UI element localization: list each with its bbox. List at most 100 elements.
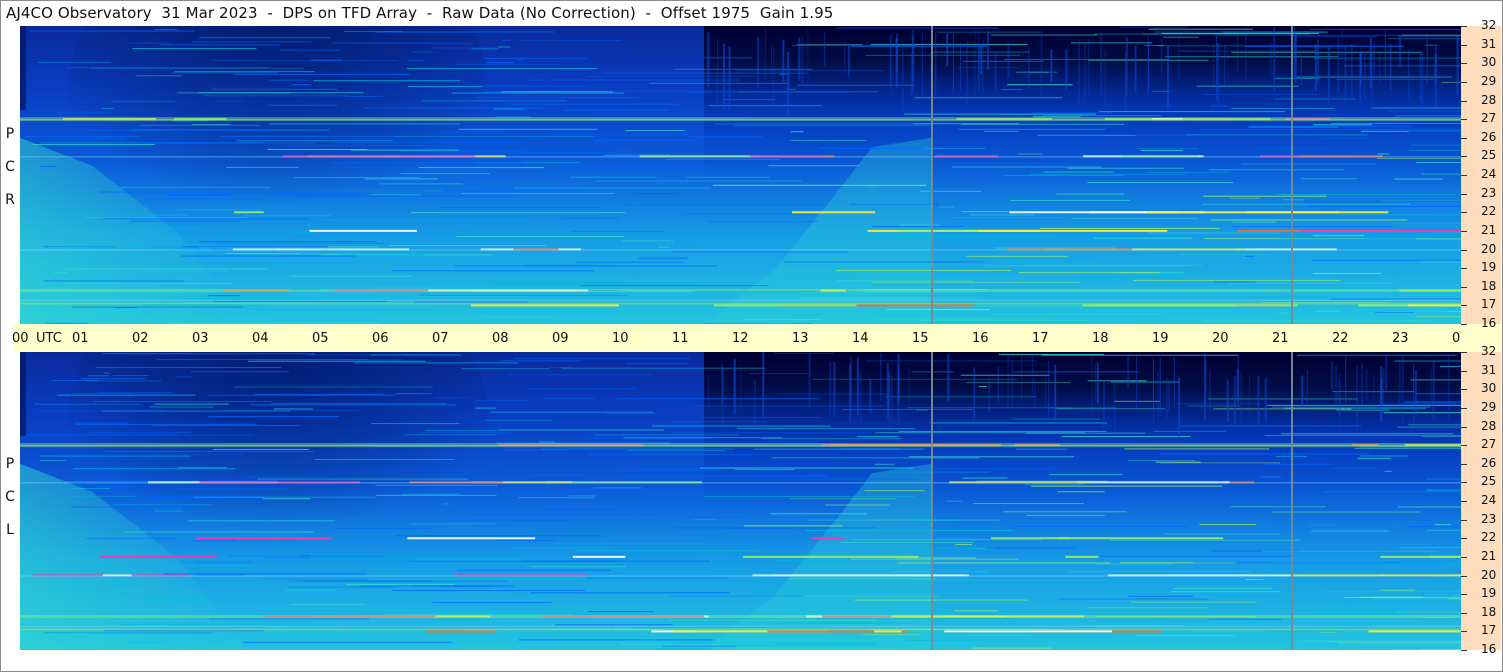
panel-letter: C: [5, 159, 15, 175]
emission-band: [1407, 304, 1461, 307]
noise-streak: [1007, 84, 1073, 86]
noise-streak: [1326, 640, 1461, 642]
freq-tick: [1461, 231, 1467, 232]
noise-streak: [1030, 485, 1223, 487]
vertical-streak: [1245, 27, 1247, 83]
noise-streak: [1087, 380, 1147, 382]
noise-streak: [551, 263, 731, 265]
noise-streak: [970, 214, 1035, 216]
noise-streak: [504, 449, 566, 451]
freq-tick: [1461, 352, 1467, 353]
noise-streak: [1324, 137, 1370, 139]
vertical-streak: [1178, 32, 1180, 84]
emission-band: [1057, 537, 1224, 540]
freq-tick: [1461, 613, 1467, 614]
noise-streak: [375, 484, 498, 486]
noise-streak: [1244, 45, 1404, 47]
emission-band: [309, 229, 417, 232]
freq-tick-label: 22: [1481, 530, 1497, 544]
noise-streak: [1029, 173, 1187, 175]
noise-streak: [593, 487, 642, 489]
noise-streak: [939, 206, 955, 208]
vertical-streak: [1173, 357, 1175, 403]
noise-streak: [1088, 555, 1294, 557]
noise-streak: [211, 88, 338, 90]
noise-streak: [703, 57, 752, 59]
noise-streak: [1018, 272, 1160, 274]
vertical-streak: [1385, 353, 1388, 391]
freq-tick: [1461, 287, 1467, 288]
noise-streak: [583, 489, 780, 491]
noise-streak: [1264, 434, 1461, 436]
vertical-streak: [1104, 49, 1106, 114]
vertical-streak: [1084, 43, 1086, 100]
noise-streak: [1031, 112, 1113, 114]
noise-streak: [587, 75, 758, 77]
noise-streak: [1133, 279, 1341, 281]
noise-streak: [734, 125, 931, 127]
noise-streak: [669, 421, 767, 423]
vertical-streak: [764, 28, 766, 79]
time-tick-label: 08: [492, 331, 509, 346]
noise-streak: [790, 314, 822, 316]
noise-streak: [1309, 28, 1461, 30]
vertical-streak: [1048, 360, 1050, 417]
time-tick-label: 06: [372, 331, 389, 346]
freq-tick: [1461, 212, 1467, 213]
noise-streak: [490, 283, 702, 285]
noise-streak: [448, 520, 571, 522]
noise-streak: [1001, 89, 1024, 91]
vertical-streak: [869, 378, 872, 413]
noise-streak: [1208, 618, 1282, 620]
noise-streak: [594, 180, 803, 182]
freq-tick: [1461, 520, 1467, 521]
noise-streak: [331, 162, 525, 164]
noise-streak: [653, 648, 713, 650]
noise-streak: [56, 394, 196, 396]
noise-streak: [1258, 147, 1329, 149]
noise-streak: [812, 378, 1018, 380]
noise-streak: [856, 436, 900, 438]
vertical-streak: [1007, 42, 1010, 79]
emission-band: [572, 555, 626, 558]
carrier-line: [20, 119, 1461, 121]
vertical-streak: [1028, 48, 1030, 89]
noise-streak: [384, 613, 574, 615]
noise-streak: [551, 134, 687, 136]
vertical-streak: [977, 44, 980, 92]
noise-streak: [76, 554, 136, 556]
noise-streak: [1025, 432, 1146, 434]
noise-streak: [871, 281, 1080, 283]
vertical-streak: [1331, 361, 1334, 392]
noise-streak: [699, 417, 823, 419]
freq-tick: [1461, 445, 1467, 446]
noise-streak: [492, 524, 508, 526]
left-edge-strip: [20, 26, 26, 110]
noise-streak: [236, 140, 394, 142]
freq-tick-label: 28: [1481, 93, 1497, 107]
noise-streak: [471, 48, 498, 50]
vertical-streak: [1103, 379, 1106, 443]
noise-streak: [97, 392, 173, 394]
freq-tick: [1461, 408, 1467, 409]
noise-streak: [628, 449, 726, 451]
noise-streak: [609, 627, 780, 629]
vertical-streak: [1294, 34, 1297, 84]
freq-tick: [1461, 82, 1467, 83]
noise-streak: [585, 577, 728, 579]
noise-streak: [208, 416, 340, 418]
vertical-streak: [753, 379, 756, 428]
noise-streak: [273, 408, 313, 410]
vertical-streak: [997, 366, 999, 404]
noise-streak: [1041, 354, 1239, 356]
freq-tick: [1461, 250, 1467, 251]
noise-streak: [72, 306, 243, 308]
noise-streak: [686, 176, 770, 178]
noise-streak: [176, 376, 192, 378]
noise-streak: [1137, 148, 1198, 150]
panel-letter: L: [6, 522, 14, 538]
time-tick-label: 05: [312, 331, 329, 346]
noise-streak: [619, 643, 772, 645]
vertical-streak: [895, 37, 898, 89]
noise-streak: [435, 595, 575, 597]
